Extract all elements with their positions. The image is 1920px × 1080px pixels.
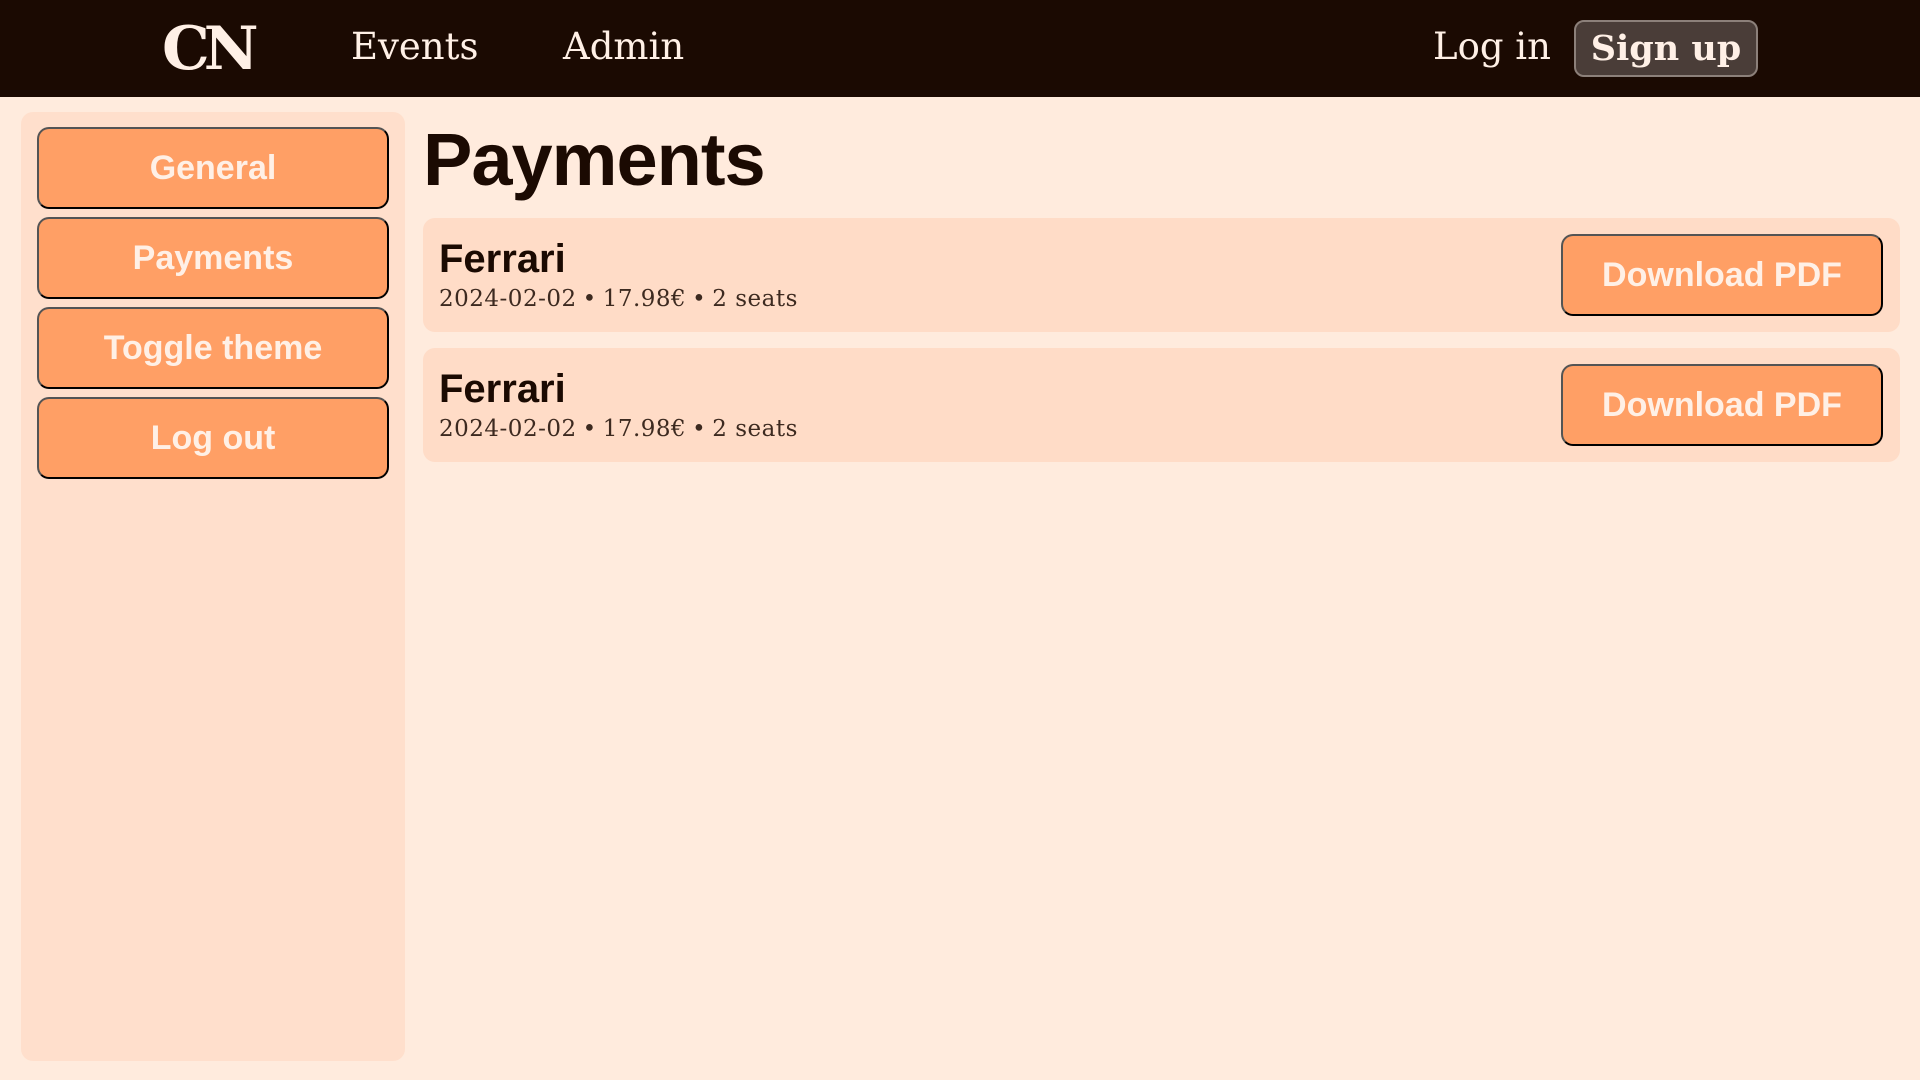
login-link[interactable]: Log in	[1433, 22, 1551, 72]
sidebar-item-general[interactable]: General	[37, 127, 389, 209]
payment-card: Ferrari 2024-02-02 • 17.98€ • 2 seats Downlo…	[423, 348, 1900, 462]
payment-amount: 17.98€	[602, 416, 687, 442]
payment-seats: 2 seats	[712, 416, 798, 442]
separator-dot: •	[692, 416, 707, 442]
logout-button[interactable]: Log out	[37, 397, 389, 479]
separator-dot: •	[692, 286, 707, 312]
toggle-theme-button[interactable]: Toggle theme	[37, 307, 389, 389]
payment-event-name: Ferrari	[439, 367, 566, 411]
signup-button[interactable]: Sign up	[1574, 20, 1758, 77]
download-pdf-button[interactable]: Download PDF	[1561, 234, 1883, 316]
payment-event-name: Ferrari	[439, 237, 566, 281]
sidebar-item-payments[interactable]: Payments	[37, 217, 389, 299]
separator-dot: •	[582, 286, 597, 312]
payment-date: 2024-02-02	[439, 286, 577, 312]
payment-seats: 2 seats	[712, 286, 798, 312]
payment-details: 2024-02-02 • 17.98€ • 2 seats	[439, 414, 798, 444]
nav-link-events[interactable]: Events	[351, 22, 479, 72]
download-pdf-button[interactable]: Download PDF	[1561, 364, 1883, 446]
payment-amount: 17.98€	[602, 286, 687, 312]
settings-sidebar: General Payments Toggle theme Log out	[21, 112, 405, 1061]
payment-date: 2024-02-02	[439, 416, 577, 442]
top-navigation-bar: CN Events Admin Log in Sign up	[0, 0, 1920, 97]
page-title: Payments	[423, 118, 766, 201]
site-logo[interactable]: CN	[162, 14, 259, 84]
nav-link-admin[interactable]: Admin	[563, 22, 684, 72]
separator-dot: •	[582, 416, 597, 442]
payment-card: Ferrari 2024-02-02 • 17.98€ • 2 seats Downlo…	[423, 218, 1900, 332]
payment-details: 2024-02-02 • 17.98€ • 2 seats	[439, 284, 798, 314]
